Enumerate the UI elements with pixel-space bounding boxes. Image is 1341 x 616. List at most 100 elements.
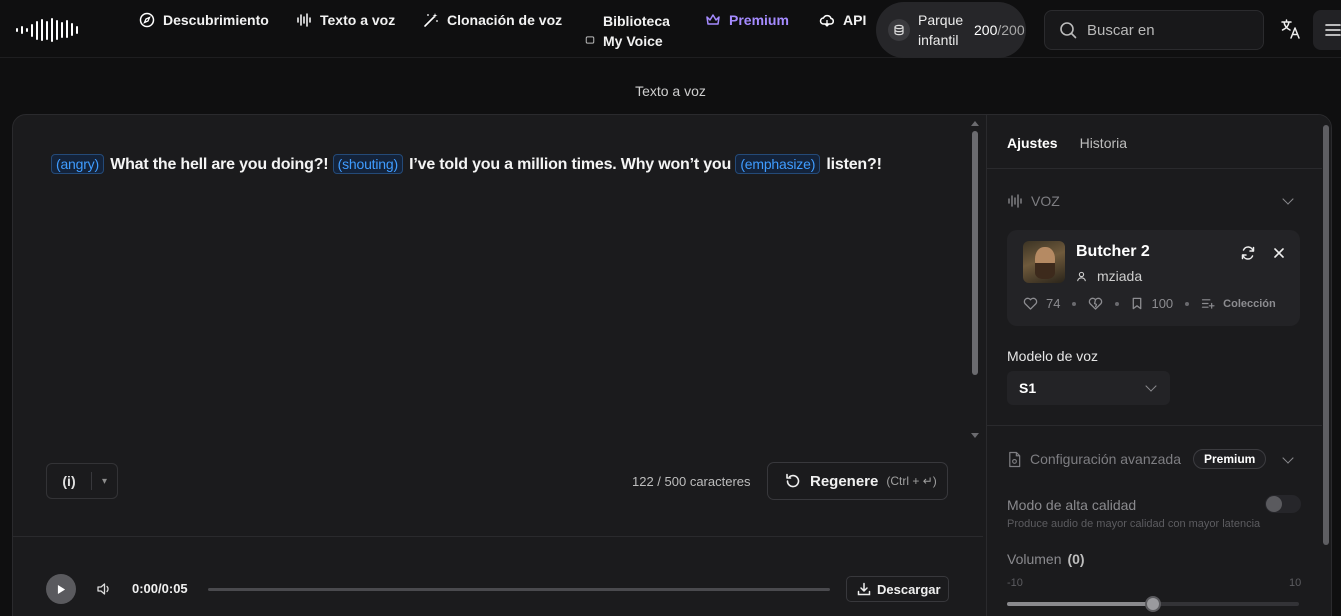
user-icon bbox=[1077, 271, 1086, 281]
voice-section-header[interactable]: VOZ bbox=[1007, 193, 1060, 209]
volume-min: -10 bbox=[1007, 577, 1023, 589]
magic-wand-icon bbox=[424, 13, 438, 27]
nav-voice-cloning-label: Clonación de voz bbox=[447, 12, 563, 28]
file-settings-icon bbox=[1009, 451, 1021, 467]
playlist-add-icon[interactable] bbox=[1201, 298, 1215, 309]
page-title: Texto a voz bbox=[635, 83, 706, 99]
settings-tabs: Ajustes Historia bbox=[1007, 135, 1127, 151]
character-count: 122 / 500 caracteres bbox=[632, 474, 751, 489]
volume-max: 10 bbox=[1289, 577, 1302, 589]
tab-history[interactable]: Historia bbox=[1080, 135, 1127, 151]
scroll-thumb[interactable] bbox=[972, 131, 978, 375]
volume-slider[interactable] bbox=[1007, 596, 1299, 612]
search-box[interactable]: Buscar en bbox=[1044, 10, 1264, 50]
crown-icon bbox=[706, 14, 720, 25]
editor-scrollbar[interactable] bbox=[971, 121, 979, 439]
menu-button[interactable] bbox=[1313, 10, 1341, 50]
script-text-area[interactable]: (angry) What the hell are you doing?! (s… bbox=[51, 152, 951, 178]
volume-slider-fill bbox=[1007, 602, 1153, 606]
refresh-icon bbox=[786, 473, 800, 488]
high-quality-description: Produce audio de mayor calidad con mayor… bbox=[1007, 518, 1261, 530]
hamburger-icon bbox=[1325, 24, 1341, 36]
heart-icon[interactable] bbox=[1023, 297, 1038, 310]
credits-plan-line1: Parque bbox=[918, 12, 964, 28]
chevron-down-icon[interactable] bbox=[1282, 193, 1294, 205]
search-input[interactable]: Buscar en bbox=[1087, 22, 1155, 39]
playback-progress-bar[interactable] bbox=[208, 588, 830, 591]
nav-discovery[interactable]: Descubrimiento bbox=[139, 12, 269, 28]
script-segment: listen?! bbox=[826, 156, 882, 173]
nav-text-to-speech-label: Texto a voz bbox=[320, 12, 396, 28]
translate-icon[interactable] bbox=[1280, 18, 1302, 40]
regenerate-button[interactable]: Regenere (Ctrl + ↵) bbox=[767, 462, 948, 500]
high-quality-label: Modo de alta calidad bbox=[1007, 497, 1137, 513]
voice-card[interactable]: Butcher 2 mziada 74 100 Colección bbox=[1007, 230, 1300, 326]
bookmark-icon[interactable] bbox=[1131, 297, 1143, 310]
advanced-settings-label: Configuración avanzada bbox=[1030, 451, 1181, 467]
voice-avatar bbox=[1023, 241, 1065, 283]
nav-library[interactable]: Biblioteca My Voice bbox=[585, 11, 670, 51]
settings-panel: Ajustes Historia VOZ Butcher 2 mziada 74… bbox=[986, 115, 1331, 616]
panel-divider bbox=[987, 425, 1322, 426]
volume-label: Volumen (0) bbox=[1007, 551, 1085, 567]
credits-pill[interactable]: Parque infantil 200/200 bbox=[876, 2, 1026, 58]
script-segment: What the hell are you doing?! bbox=[110, 156, 329, 173]
nav-premium[interactable]: Premium bbox=[705, 12, 789, 28]
library-icon bbox=[585, 36, 595, 44]
script-segment: I’ve told you a million times. Why won’t… bbox=[409, 156, 732, 173]
emotion-tag[interactable]: (angry) bbox=[51, 154, 104, 174]
credits-used: 200 bbox=[974, 22, 998, 38]
nav-api[interactable]: API bbox=[819, 12, 866, 28]
nav-text-to-speech[interactable]: Texto a voz bbox=[296, 12, 395, 28]
credits-plan: Parque infantil bbox=[918, 10, 966, 50]
chevron-down-icon[interactable]: ▾ bbox=[92, 476, 117, 487]
download-label: Descargar bbox=[877, 581, 941, 597]
model-value: S1 bbox=[1019, 380, 1037, 396]
high-quality-toggle[interactable] bbox=[1265, 495, 1301, 513]
emotion-tag[interactable]: (shouting) bbox=[332, 154, 403, 174]
close-icon bbox=[1274, 248, 1284, 258]
chevron-down-icon[interactable] bbox=[1282, 452, 1294, 464]
volume-icon[interactable] bbox=[96, 581, 112, 597]
nav-library-label-1: Biblioteca bbox=[603, 13, 670, 29]
swap-voice-button[interactable] bbox=[1237, 242, 1259, 264]
compass-icon bbox=[139, 12, 155, 28]
settings-scrollbar[interactable] bbox=[1323, 125, 1329, 545]
premium-badge: Premium bbox=[1193, 449, 1267, 469]
emotion-menu-button[interactable]: (i) ▾ bbox=[46, 463, 118, 499]
volume-slider-handle[interactable] bbox=[1145, 596, 1161, 612]
nav-premium-label: Premium bbox=[729, 12, 789, 28]
voice-author[interactable]: mziada bbox=[1076, 268, 1142, 284]
voice-section-label: VOZ bbox=[1031, 193, 1060, 209]
regenerate-label: Regenere bbox=[810, 472, 879, 490]
voice-name: Butcher 2 bbox=[1076, 243, 1150, 260]
model-label: Modelo de voz bbox=[1007, 348, 1099, 364]
cloud-icon bbox=[819, 14, 835, 27]
play-icon bbox=[57, 584, 65, 594]
credits-plan-line2: infantil bbox=[918, 32, 959, 48]
nav-voice-cloning[interactable]: Clonación de voz bbox=[423, 12, 562, 28]
top-navigation-bar: Descubrimiento Texto a voz Clonación de … bbox=[0, 0, 1341, 58]
remove-voice-button[interactable] bbox=[1268, 242, 1290, 264]
download-icon bbox=[857, 582, 871, 596]
scroll-up-arrow[interactable] bbox=[971, 121, 979, 126]
regenerate-shortcut: (Ctrl + ↵) bbox=[886, 474, 937, 488]
download-button[interactable]: Descargar bbox=[846, 576, 949, 602]
likes-count: 74 bbox=[1046, 296, 1061, 311]
tab-settings[interactable]: Ajustes bbox=[1007, 135, 1058, 151]
playback-time: 0:00/0:05 bbox=[132, 581, 188, 596]
bookmark-count: 100 bbox=[1151, 296, 1174, 311]
audio-player: 0:00/0:05 Descargar bbox=[46, 573, 949, 605]
scroll-down-arrow[interactable] bbox=[971, 433, 979, 438]
logo-icon[interactable] bbox=[16, 17, 82, 43]
model-select[interactable]: S1 bbox=[1007, 371, 1170, 405]
nav-api-label: API bbox=[843, 12, 867, 28]
collection-link[interactable]: Colección bbox=[1223, 298, 1276, 310]
voice-stats: 74 100 Colección bbox=[1023, 296, 1276, 311]
nav-library-label-2: My Voice bbox=[603, 33, 663, 49]
emotion-tag[interactable]: (emphasize) bbox=[735, 154, 821, 174]
play-button[interactable] bbox=[46, 574, 76, 604]
advanced-settings-header[interactable]: Configuración avanzada Premium bbox=[1007, 449, 1267, 469]
credits-count: 200/200 bbox=[974, 22, 1025, 38]
heart-broken-icon[interactable] bbox=[1088, 297, 1103, 310]
